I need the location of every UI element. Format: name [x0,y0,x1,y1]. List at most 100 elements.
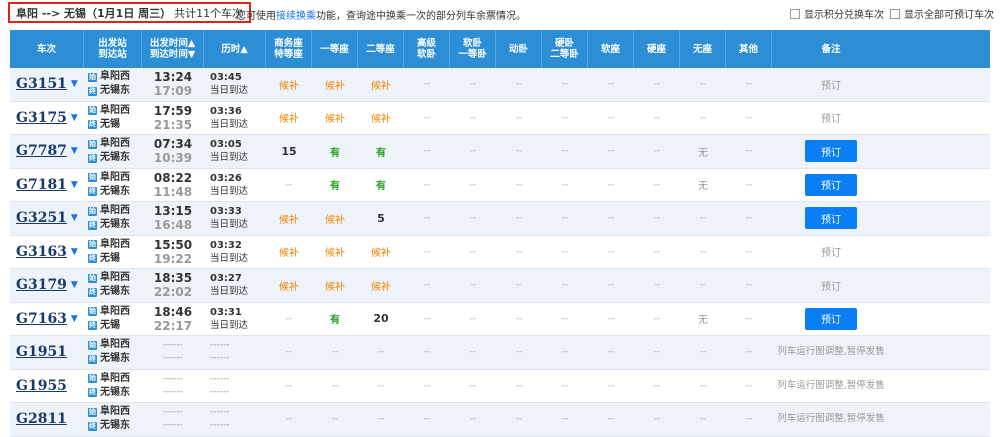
col-business: 商务座 特等座 [266,30,312,68]
terminal-station-icon: 终 [88,153,97,163]
other-cell: -- [726,169,772,202]
table-row: G7181 ▼ 始阜阳西 终无锡东 08:22 11:48 03:26 当日到达… [10,169,990,202]
transfer-link[interactable]: 接续换乘 [276,11,316,22]
business-seat-value: 候补 [279,114,299,126]
duration-cell: 03:05 当日到达 [204,135,266,168]
points-exchange-checkbox[interactable] [790,8,800,19]
train-number-cell[interactable]: G2811 [10,403,84,436]
train-number-link[interactable]: G3251 [16,210,67,226]
seat-value: -- [469,380,477,391]
train-number-link[interactable]: G3151 [16,76,67,92]
train-number-cell[interactable]: G7181 ▼ [10,169,84,202]
first-class-value: -- [331,347,339,358]
to-station: 无锡东 [100,353,130,365]
option-bookable-only[interactable]: 显示全部可预订车次 [890,6,994,21]
other-value: -- [745,146,753,157]
no-seat-value: -- [699,347,707,358]
train-number-cell[interactable]: G7163 ▼ [10,303,84,336]
no-seat-value: 无 [698,181,708,193]
arrival-time: ------ [163,420,183,431]
train-number-cell[interactable]: G3163 ▼ [10,236,84,269]
no-seat-value: -- [699,380,707,391]
seat-cell: -- [542,403,588,436]
col-times[interactable]: 出发时间▲ 到达时间▼ [142,30,204,68]
train-number-cell[interactable]: G1951 [10,336,84,369]
no-seat-cell: 无 [680,303,726,336]
first-class-cell: 候补 [312,236,358,269]
chevron-down-icon[interactable]: ▼ [71,146,78,156]
first-class-value: 有 [330,147,340,159]
train-number-link[interactable]: G3179 [16,277,67,293]
arrival-time: 22:02 [153,285,193,300]
seat-value: -- [561,146,569,157]
times-cell: 08:22 11:48 [142,169,204,202]
train-number-cell[interactable]: G3151 ▼ [10,68,84,101]
seat-value: -- [653,213,661,224]
no-seat-cell: -- [680,102,726,135]
chevron-down-icon[interactable]: ▼ [71,314,78,324]
chevron-down-icon[interactable]: ▼ [71,247,78,257]
bookable-only-checkbox[interactable] [890,8,900,19]
duration-cell: 03:31 当日到达 [204,303,266,336]
seat-value: -- [561,112,569,123]
arrival-time: 17:09 [153,84,193,99]
times-cell: 15:50 19:22 [142,236,204,269]
no-seat-value: -- [699,280,707,291]
stations-cell: 始阜阳西 终无锡东 [84,135,142,168]
notice-prefix: 您可使用 [236,11,276,22]
train-number-link[interactable]: G7163 [16,311,67,327]
train-number-link[interactable]: G3163 [16,244,67,260]
col-first-class: 一等座 [312,30,358,68]
second-class-value: 有 [376,147,386,159]
business-seat-cell: -- [266,403,312,436]
first-class-value: -- [331,380,339,391]
duration-cell: ------ ------ [204,336,266,369]
train-number-cell[interactable]: G3251 ▼ [10,202,84,235]
seat-cell: -- [588,135,634,168]
train-number-link[interactable]: G2811 [16,411,67,427]
book-button[interactable]: 预订 [805,207,857,230]
business-seat-value: 15 [281,144,297,158]
seat-cell: -- [496,236,542,269]
col-duration[interactable]: 历时▲ [204,30,266,68]
seat-cell: -- [496,202,542,235]
no-seat-value: -- [699,246,707,257]
train-number-cell[interactable]: G3179 ▼ [10,269,84,302]
train-number-cell[interactable]: G7787 ▼ [10,135,84,168]
first-class-cell: 有 [312,303,358,336]
origin-station-icon: 始 [88,374,97,384]
chevron-down-icon[interactable]: ▼ [71,280,78,290]
seat-value: -- [469,280,477,291]
seat-cell: -- [496,68,542,101]
train-number-link[interactable]: G7787 [16,143,67,159]
chevron-down-icon[interactable]: ▼ [71,113,78,123]
duration-value: 03:36 [210,105,242,117]
train-number-link[interactable]: G7181 [16,177,67,193]
train-number-link[interactable]: G3175 [16,110,67,126]
option-points-exchange[interactable]: 显示积分兑换车次 [790,6,884,21]
other-value: -- [745,179,753,190]
times-cell: 18:46 22:17 [142,303,204,336]
duration-value: 03:33 [210,206,242,218]
business-seat-value: -- [285,179,293,190]
departure-time: ------ [163,407,183,418]
train-number-cell[interactable]: G1955 [10,370,84,403]
seat-cell: -- [496,269,542,302]
duration-cell: ------ ------ [204,403,266,436]
train-number-cell[interactable]: G3175 ▼ [10,102,84,135]
chevron-down-icon[interactable]: ▼ [71,213,78,223]
book-button[interactable]: 预订 [805,173,857,196]
notice-suffix: 功能，查询途中换乘一次的部分列车余票情况。 [316,11,526,22]
train-number-link[interactable]: G1955 [16,378,67,394]
remark-cell: 预订 [772,135,890,168]
business-seat-cell: -- [266,169,312,202]
book-button[interactable]: 预订 [805,307,857,330]
chevron-down-icon[interactable]: ▼ [71,180,78,190]
seat-value: -- [423,112,431,123]
seat-cell: -- [588,370,634,403]
train-number-link[interactable]: G1951 [16,344,67,360]
stations-cell: 始阜阳西 终无锡东 [84,370,142,403]
chevron-down-icon[interactable]: ▼ [71,79,78,89]
business-seat-value: 候补 [279,214,299,226]
book-button[interactable]: 预订 [805,140,857,163]
